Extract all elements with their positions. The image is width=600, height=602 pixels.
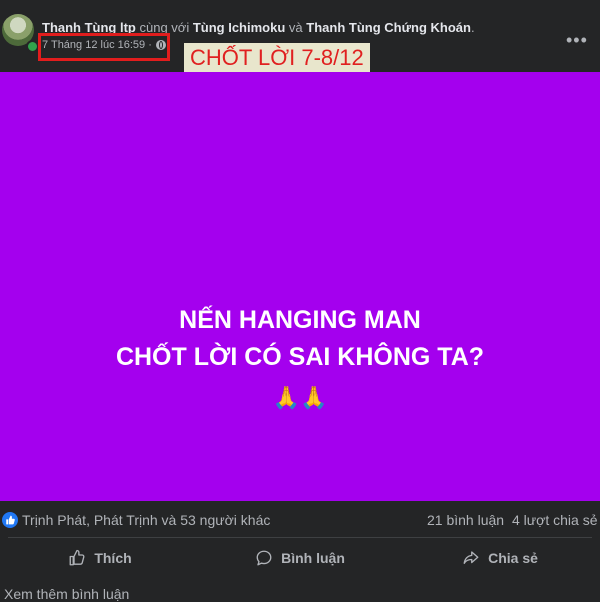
thumbs-up-icon <box>69 549 85 566</box>
tagged-user-1[interactable]: Tùng Ichimoku <box>193 20 285 35</box>
image-text-line-1: NẾN HANGING MAN <box>179 306 421 334</box>
post-image-text: NẾN HANGING MAN CHỐT LỜI CÓ SAI KHÔNG TA… <box>0 302 600 376</box>
tagged-user-2[interactable]: Thanh Tùng Chứng Khoán <box>306 20 471 35</box>
comment-button[interactable]: Bình luận <box>200 540 400 576</box>
share-label: Chia sẻ <box>488 550 538 566</box>
share-button[interactable]: Chia sẻ <box>400 540 600 576</box>
comment-bubble-icon <box>256 550 272 566</box>
post-image[interactable]: NẾN HANGING MAN CHỐT LỜI CÓ SAI KHÔNG TA… <box>0 72 600 501</box>
reactions-row: Trịnh Phát, Phát Trịnh và 53 người khác … <box>0 508 600 532</box>
shares-count[interactable]: 4 lượt chia sẻ <box>512 512 597 528</box>
annotation-highlight-box <box>38 33 170 61</box>
comments-count[interactable]: 21 bình luận <box>427 512 504 528</box>
action-bar: Thích Bình luận Chia sẻ <box>0 540 600 576</box>
and-text: và <box>288 20 303 35</box>
like-reaction-icon[interactable] <box>2 512 18 528</box>
praying-hands-emoji: 🙏🙏 <box>272 385 328 410</box>
post-header: Thanh Tùng ltp cùng với Tùng Ichimoku và… <box>0 0 600 73</box>
comment-label: Bình luận <box>281 550 345 566</box>
trailing-period: . <box>470 20 475 35</box>
more-options-icon[interactable]: ••• <box>566 30 588 51</box>
image-text-line-2: CHỐT LỜI CÓ SAI KHÔNG TA? <box>115 343 485 371</box>
annotation-label: CHỐT LỜI 7-8/12 <box>184 43 370 73</box>
share-arrow-icon <box>463 551 479 564</box>
reactions-summary[interactable]: Trịnh Phát, Phát Trịnh và 53 người khác <box>22 512 270 528</box>
like-label: Thích <box>94 550 132 566</box>
like-button[interactable]: Thích <box>0 540 200 576</box>
divider <box>8 537 592 538</box>
